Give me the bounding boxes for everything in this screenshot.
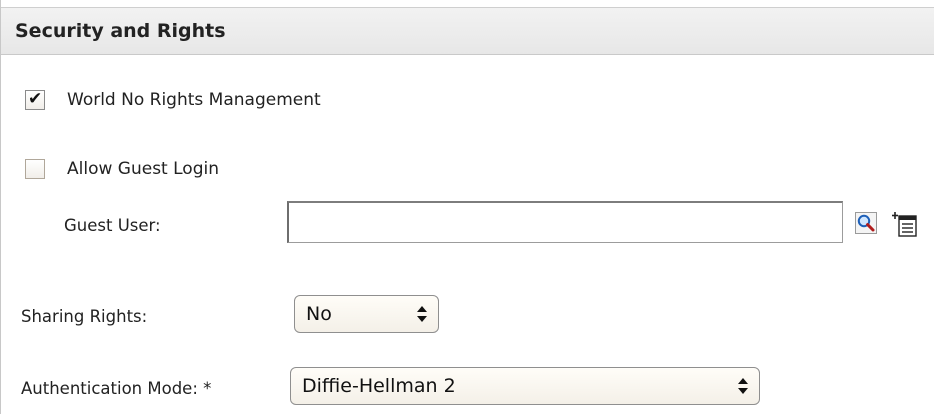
updown-arrows-icon xyxy=(417,306,427,322)
authentication-mode-value: Diffie-Hellman 2 xyxy=(302,375,456,397)
section-title: Security and Rights xyxy=(15,20,226,42)
world-rights-checkbox[interactable]: ✔ xyxy=(25,89,45,110)
list-picker-icon[interactable] xyxy=(892,210,920,238)
world-rights-row: ✔ World No Rights Management xyxy=(25,89,321,110)
updown-arrows-icon xyxy=(738,378,748,394)
authentication-mode-select[interactable]: Diffie-Hellman 2 xyxy=(290,367,760,405)
sharing-rights-label: Sharing Rights: xyxy=(21,307,148,326)
guest-user-label: Guest User: xyxy=(64,216,161,235)
authentication-mode-label: Authentication Mode: * xyxy=(21,379,212,398)
guest-user-input[interactable] xyxy=(287,201,843,243)
sharing-rights-value: No xyxy=(306,303,332,325)
sharing-rights-select[interactable]: No xyxy=(294,295,439,333)
guest-login-checkbox[interactable] xyxy=(25,159,45,179)
guest-login-label: Allow Guest Login xyxy=(67,159,219,179)
guest-login-row: Allow Guest Login xyxy=(25,159,219,179)
magnifier-icon[interactable] xyxy=(855,212,877,234)
section-header: Security and Rights xyxy=(1,7,934,55)
checkmark-icon: ✔ xyxy=(28,89,43,109)
world-rights-label: World No Rights Management xyxy=(67,90,321,110)
security-and-rights-panel: Security and Rights ✔ World No Rights Ma… xyxy=(0,0,934,414)
